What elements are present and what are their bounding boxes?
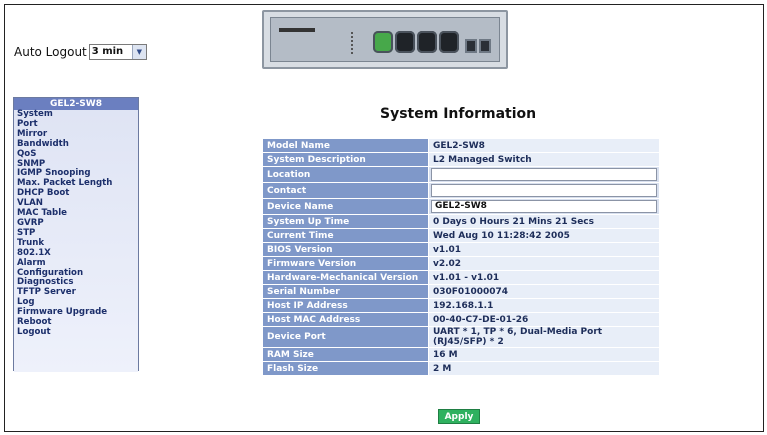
info-value: 030F01000074: [429, 285, 659, 298]
info-key: Host MAC Address: [263, 313, 428, 326]
info-key: Firmware Version: [263, 257, 428, 270]
info-value: 2 M: [429, 362, 659, 375]
table-row: Current Time Wed Aug 10 11:28:42 2005: [263, 229, 659, 242]
switch-port-icon: [439, 31, 459, 53]
table-row: Flash Size 2 M: [263, 362, 659, 375]
contact-field[interactable]: [431, 184, 657, 197]
info-key: Device Port: [263, 327, 428, 347]
table-row: Host MAC Address 00-40-C7-DE-01-26: [263, 313, 659, 326]
info-value: 0 Days 0 Hours 21 Mins 21 Secs: [429, 215, 659, 228]
info-key: Current Time: [263, 229, 428, 242]
auto-logout-label: Auto Logout: [14, 45, 87, 59]
info-key: Flash Size: [263, 362, 428, 375]
info-key: Hardware-Mechanical Version: [263, 271, 428, 284]
sidebar-items: System Port Mirror Bandwidth QoS SNMP IGMP Sno…: [14, 109, 138, 372]
apply-button[interactable]: Apply: [438, 409, 480, 424]
info-value: 00-40-C7-DE-01-26: [429, 313, 659, 326]
switch-sfp-icon: [479, 39, 491, 53]
location-field[interactable]: [431, 168, 657, 181]
info-key: Serial Number: [263, 285, 428, 298]
switch-port-icon: [373, 31, 393, 53]
auto-logout-control: Auto Logout 3 min ▼: [14, 44, 147, 60]
switch-brand-plate: [279, 28, 315, 32]
info-key: Device Name: [263, 199, 428, 214]
auto-logout-select[interactable]: 3 min ▼: [88, 44, 147, 60]
info-key: RAM Size: [263, 348, 428, 361]
info-key: Contact: [263, 183, 428, 198]
table-row: System Description L2 Managed Switch: [263, 153, 659, 166]
info-value-cell: [429, 167, 659, 182]
table-row: Serial Number 030F01000074: [263, 285, 659, 298]
chevron-down-icon[interactable]: ▼: [131, 45, 146, 59]
sidebar-item-alarm[interactable]: Alarm: [17, 258, 138, 269]
info-value-cell: GEL2-SW8: [429, 199, 659, 214]
auto-logout-value: 3 min: [91, 46, 124, 57]
switch-sfp-icon: [465, 39, 477, 53]
sidebar-menu: GEL2-SW8 System Port Mirror Bandwidth QoS SNM…: [13, 97, 139, 372]
table-row: Device Name GEL2-SW8: [263, 199, 659, 214]
info-value: UART * 1, TP * 6, Dual-Media Port (RJ45/…: [429, 327, 659, 347]
table-row: BIOS Version v1.01: [263, 243, 659, 256]
table-row: Device Port UART * 1, TP * 6, Dual-Media …: [263, 327, 659, 347]
info-key: Model Name: [263, 139, 428, 152]
switch-port-icon: [395, 31, 415, 53]
switch-device-image: [262, 10, 508, 69]
info-key: Host IP Address: [263, 299, 428, 312]
table-row: RAM Size 16 M: [263, 348, 659, 361]
info-value: v2.02: [429, 257, 659, 270]
table-row: Firmware Version v2.02: [263, 257, 659, 270]
info-key: System Up Time: [263, 215, 428, 228]
table-row: Host IP Address 192.168.1.1: [263, 299, 659, 312]
info-value: Wed Aug 10 11:28:42 2005: [429, 229, 659, 242]
switch-port-icon: [417, 31, 437, 53]
info-value: v1.01: [429, 243, 659, 256]
table-row: Location: [263, 167, 659, 182]
info-value: L2 Managed Switch: [429, 153, 659, 166]
sidebar-item-tftp-server[interactable]: TFTP Server: [17, 287, 138, 298]
info-key: BIOS Version: [263, 243, 428, 256]
info-key: System Description: [263, 153, 428, 166]
info-value: 16 M: [429, 348, 659, 361]
device-name-field[interactable]: GEL2-SW8: [431, 200, 657, 213]
info-key: Location: [263, 167, 428, 182]
sidebar-item-gvrp[interactable]: GVRP: [17, 218, 138, 229]
info-value-cell: [429, 183, 659, 198]
info-value: v1.01 - v1.01: [429, 271, 659, 284]
switch-led-column: [351, 32, 359, 54]
table-row: Hardware-Mechanical Version v1.01 - v1.01: [263, 271, 659, 284]
table-row: Contact: [263, 183, 659, 198]
table-row: System Up Time 0 Days 0 Hours 21 Mins 21 …: [263, 215, 659, 228]
info-value: GEL2-SW8: [429, 139, 659, 152]
page-title: System Information: [380, 106, 537, 122]
table-row: Model Name GEL2-SW8: [263, 139, 659, 152]
sidebar-item-logout[interactable]: Logout: [17, 327, 138, 338]
info-value: 192.168.1.1: [429, 299, 659, 312]
switch-front-panel: [270, 17, 500, 62]
system-info-table: Model Name GEL2-SW8 System Description L2 M…: [262, 138, 660, 376]
